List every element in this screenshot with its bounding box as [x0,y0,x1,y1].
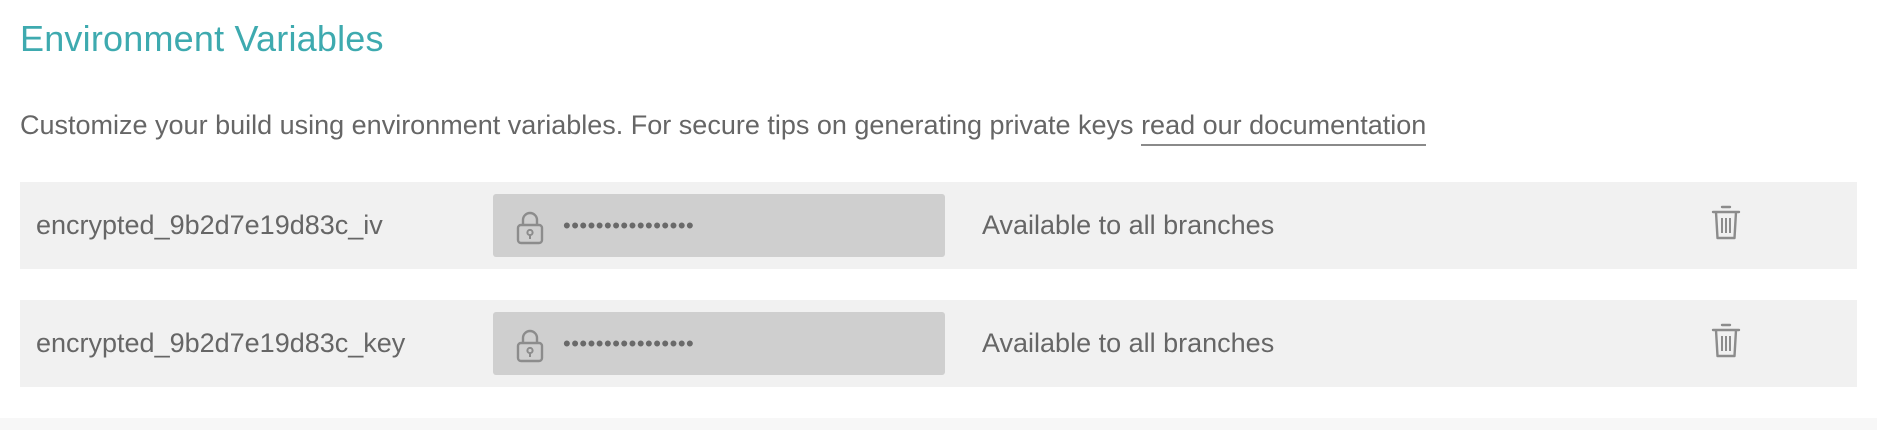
env-var-row: encrypted_9b2d7e19d83c_iv ••••••••••••••… [20,182,1857,269]
availability-label: Available to all branches [982,210,1275,240]
trash-icon[interactable] [1710,203,1742,241]
env-vars-section: Environment Variables Customize your bui… [0,0,1877,430]
section-description: Customize your build using environment v… [20,110,1427,146]
env-var-row: encrypted_9b2d7e19d83c_key •••••••••••••… [20,300,1857,387]
availability-label: Available to all branches [982,328,1275,358]
masked-value: •••••••••••••••• [563,331,695,356]
section-divider [0,418,1877,430]
documentation-link[interactable]: read our documentation [1141,110,1427,146]
lock-icon [515,329,545,363]
description-text: Customize your build using environment v… [20,110,1142,140]
env-var-name: encrypted_9b2d7e19d83c_iv [36,210,383,240]
section-title: Environment Variables [20,18,384,59]
trash-icon[interactable] [1710,321,1742,359]
lock-icon [515,211,545,245]
masked-value: •••••••••••••••• [563,213,695,238]
env-var-name: encrypted_9b2d7e19d83c_key [36,328,406,358]
env-var-value-field: •••••••••••••••• [493,312,945,375]
env-var-value-field: •••••••••••••••• [493,194,945,257]
